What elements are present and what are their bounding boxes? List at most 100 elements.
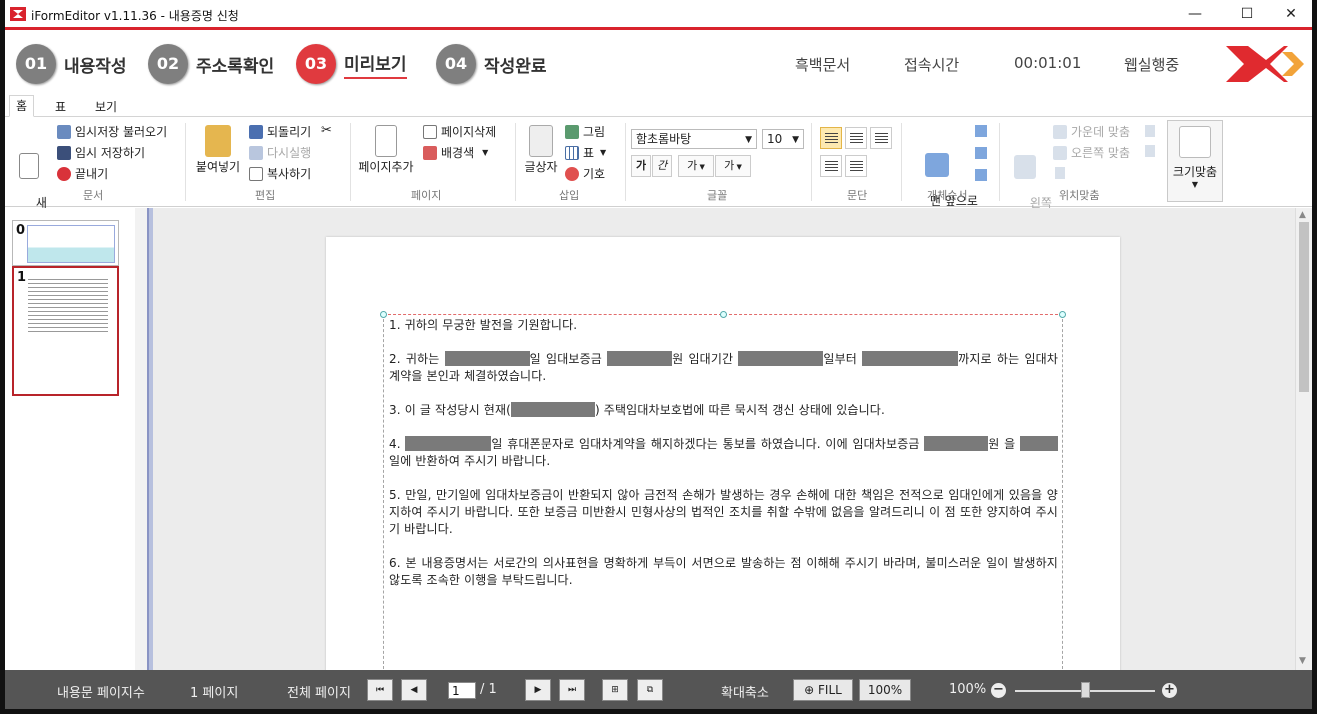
align-object-bottom-icon[interactable]: [1055, 167, 1065, 179]
thumbnail-pane: 0 1: [5, 208, 147, 670]
paragraph-2-text: 2. 귀하는: [389, 352, 440, 366]
group-divider: [350, 123, 351, 201]
next-page-icon: ▶: [534, 685, 542, 695]
align-left-icon: [825, 133, 838, 144]
align-object-center-button[interactable]: 가운데 맞춤: [1053, 123, 1130, 140]
step-4[interactable]: 04 작성완료: [436, 44, 547, 84]
send-to-back-icon[interactable]: [975, 169, 987, 181]
font-size-select[interactable]: 10 ▼: [762, 129, 804, 149]
delete-page-label: 페이지삭제: [441, 125, 497, 139]
main-area: 0 1 1. 귀하의 무궁한 발전을 기원합니다. 2. 귀하는 일 임대보증금…: [5, 208, 1312, 677]
paste-button[interactable]: 붙여넣기: [191, 125, 245, 174]
vertical-scrollbar[interactable]: ▲ ▼: [1295, 208, 1312, 670]
bold-button[interactable]: 가: [631, 155, 651, 177]
add-page-status-button[interactable]: ⊞: [602, 679, 628, 701]
next-page-button[interactable]: ▶: [525, 679, 551, 701]
align-object-top-icon[interactable]: [1145, 125, 1155, 137]
undo-button[interactable]: 되돌리기: [249, 123, 311, 140]
paragraph-4-text: 일 휴대폰문자로 임대차계약을 해지하겠다는 통보를 하였습니다. 이에 임대차…: [491, 437, 920, 451]
exit-button[interactable]: 끝내기: [57, 165, 108, 182]
background-color-button[interactable]: 배경색 ▼: [423, 144, 488, 161]
scrollbar-thumb[interactable]: [1299, 222, 1309, 392]
textbox-label: 글상자: [524, 160, 558, 174]
insert-table-button[interactable]: 표 ▼: [565, 144, 606, 161]
step-label: 미리보기: [344, 50, 407, 79]
paragraph-4-text: 4.: [389, 437, 401, 451]
minimize-button[interactable]: —: [1180, 4, 1210, 24]
align-object-right-label: 오른쪽 맞춤: [1071, 146, 1131, 160]
paragraph-4: 4. 일 휴대폰문자로 임대차계약을 해지하겠다는 통보를 하였습니다. 이에 …: [389, 436, 1058, 470]
text-box[interactable]: 1. 귀하의 무궁한 발전을 기원합니다. 2. 귀하는 일 임대보증금 원 임…: [380, 311, 1066, 674]
align-object-middle-icon[interactable]: [1145, 145, 1155, 157]
copy-button[interactable]: 복사하기: [249, 165, 311, 182]
fit-size-button[interactable]: 크기맞춤 ▼: [1167, 120, 1223, 202]
paragraph-spacing-button[interactable]: [845, 155, 867, 177]
group-divider: [625, 123, 626, 201]
cut-button[interactable]: ✂: [321, 123, 332, 138]
paragraph-2-text: 원 임대기간: [672, 352, 734, 366]
tab-view[interactable]: 보기: [89, 98, 123, 115]
align-object-left-icon: [1014, 155, 1036, 179]
insert-image-button[interactable]: 그림: [565, 123, 605, 140]
insert-image-label: 그림: [583, 125, 606, 139]
zoom-out-button[interactable]: −: [991, 683, 1006, 698]
redacted-field: [405, 436, 492, 451]
add-page-button[interactable]: 페이지추가: [355, 125, 417, 174]
delete-page-button[interactable]: 페이지삭제: [423, 123, 496, 140]
page-thumbnail-1[interactable]: 1: [12, 266, 119, 396]
align-object-right-icon: [1053, 145, 1067, 160]
italic-button[interactable]: 간: [652, 155, 672, 177]
step-3[interactable]: 03 미리보기: [296, 44, 407, 84]
page-thumbnail-0[interactable]: 0: [12, 220, 119, 266]
group-divider: [999, 123, 1000, 201]
maximize-button[interactable]: ☐: [1232, 4, 1262, 24]
font-color-button[interactable]: 가 ▼: [678, 155, 714, 177]
add-page-icon: [375, 125, 397, 157]
tab-table[interactable]: 표: [49, 98, 72, 115]
font-family-select[interactable]: 함초롬바탕 ▼: [631, 129, 757, 149]
paragraph-2-text: 까지로 하는: [958, 352, 1020, 366]
zoom-100-button[interactable]: 100%: [859, 679, 911, 701]
redo-button[interactable]: 다시실행: [249, 144, 311, 161]
prev-page-button[interactable]: ◀: [401, 679, 427, 701]
align-left-button[interactable]: [820, 127, 842, 149]
page-view-button[interactable]: ⧉: [637, 679, 663, 701]
save-temp-button[interactable]: 임시 저장하기: [57, 144, 145, 161]
scroll-up-icon[interactable]: ▲: [1299, 210, 1306, 220]
tab-home[interactable]: 홈: [9, 95, 35, 117]
scroll-down-icon[interactable]: ▼: [1299, 656, 1306, 666]
insert-symbol-button[interactable]: 기호: [565, 165, 605, 182]
step-2[interactable]: 02 주소록확인: [148, 44, 274, 84]
align-object-right-button[interactable]: 오른쪽 맞춤: [1053, 144, 1130, 161]
close-button[interactable]: ✕: [1276, 4, 1306, 24]
fill-button[interactable]: ⊕ FILL: [793, 679, 853, 701]
align-right-button[interactable]: [870, 127, 892, 149]
bring-forward-icon[interactable]: [975, 125, 987, 137]
resize-handle[interactable]: [1059, 311, 1066, 318]
chevron-down-icon: ▼: [792, 135, 799, 145]
step-1[interactable]: 01 내용작성: [16, 44, 127, 84]
thumbnail-scrollbar[interactable]: [135, 208, 147, 670]
highlight-button[interactable]: 가 ▼: [715, 155, 751, 177]
textbox-button[interactable]: 글상자: [519, 125, 563, 174]
align-center-button[interactable]: [845, 127, 867, 149]
paragraph-4-text: 을: [1004, 437, 1016, 451]
group-label-order: 개체순서: [927, 189, 968, 202]
load-temp-button[interactable]: 임시저장 불러오기: [57, 123, 167, 140]
textbox-icon: [529, 125, 553, 157]
current-page-input[interactable]: 1: [448, 682, 476, 699]
paragraph-spacing-icon: [850, 161, 863, 172]
first-page-button[interactable]: ⏮: [367, 679, 393, 701]
redacted-field: [510, 402, 595, 417]
last-page-button[interactable]: ⏭: [559, 679, 585, 701]
group-divider: [515, 123, 516, 201]
line-spacing-button[interactable]: [820, 155, 842, 177]
zoom-in-button[interactable]: +: [1162, 683, 1177, 698]
paragraph-3-text: ) 주택임대차보호법에 따른 묵시적 갱신 상태에 있습니다.: [594, 403, 885, 417]
zoom-slider-handle[interactable]: [1081, 682, 1090, 698]
resize-handle[interactable]: [720, 311, 727, 318]
send-backward-icon[interactable]: [975, 147, 987, 159]
resize-handle[interactable]: [380, 311, 387, 318]
time-value: 00:01:01: [1014, 54, 1082, 72]
chevron-down-icon: ▼: [482, 148, 489, 157]
